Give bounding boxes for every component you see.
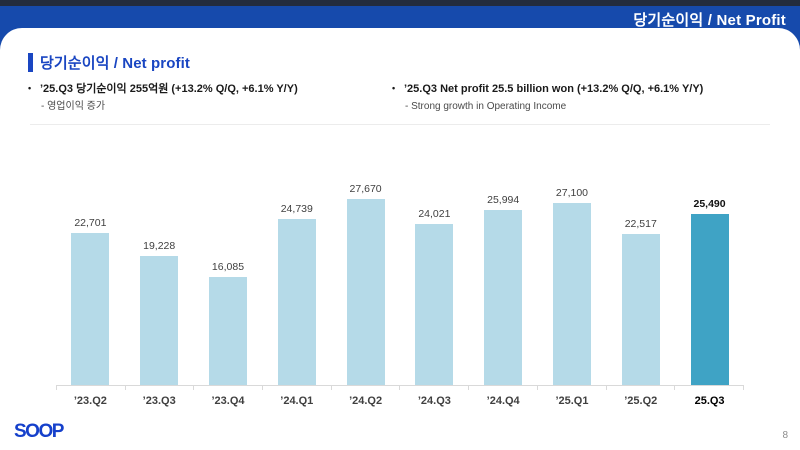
- bullet-block-english: •’25.Q3 Net profit 25.5 billion won (+13…: [392, 81, 703, 114]
- bar-group: 22,517: [606, 218, 675, 385]
- axis-tick: [56, 386, 57, 390]
- axis-tick: [674, 386, 675, 390]
- bar-group: 25,490: [675, 198, 744, 385]
- bar-highlighted: [691, 214, 729, 385]
- x-axis-label: ’25.Q1: [538, 395, 607, 407]
- bar-value-label: 27,100: [556, 187, 588, 199]
- bullet-main-english: •’25.Q3 Net profit 25.5 billion won (+13…: [392, 81, 703, 97]
- bar-group: 27,100: [538, 187, 607, 385]
- bar: [347, 199, 385, 385]
- bar-value-label: 27,670: [350, 183, 382, 195]
- bar: [415, 224, 453, 385]
- axis-tick: [743, 386, 744, 390]
- bar: [553, 203, 591, 385]
- axis-tick: [125, 386, 126, 390]
- axis-tick: [262, 386, 263, 390]
- axis-tick: [537, 386, 538, 390]
- title-accent-bar: [28, 53, 33, 72]
- bar-value-label: 19,228: [143, 240, 175, 252]
- header-bar: 당기순이익 / Net Profit: [0, 6, 800, 30]
- x-axis-label: ’23.Q2: [56, 395, 125, 407]
- slide-title: 당기순이익 / Net profit: [40, 52, 190, 73]
- bullet-sub-english: - Strong growth in Operating Income: [405, 100, 703, 114]
- bar-value-label: 25,994: [487, 194, 519, 206]
- axis-tick: [468, 386, 469, 390]
- bar-group: 27,670: [331, 183, 400, 385]
- axis-tick: [193, 386, 194, 390]
- bar-group: 24,021: [400, 208, 469, 385]
- bar: [71, 233, 109, 385]
- chart-plot-area: 22,701 19,228 16,085 24,739 27,670 24,021 25,9…: [56, 158, 744, 385]
- x-axis-label: ’23.Q4: [194, 395, 263, 407]
- bullet-main-english-text: ’25.Q3 Net profit 25.5 billion won (+13.…: [404, 83, 703, 95]
- x-axis-line: [56, 385, 744, 390]
- x-axis-label: ’23.Q3: [125, 395, 194, 407]
- bar-group: 16,085: [194, 261, 263, 385]
- x-axis-label: ’24.Q1: [262, 395, 331, 407]
- axis-tick: [331, 386, 332, 390]
- bar-group: 22,701: [56, 217, 125, 385]
- net-profit-bar-chart: 22,701 19,228 16,085 24,739 27,670 24,021 25,9…: [56, 158, 744, 407]
- bar-group: 19,228: [125, 240, 194, 385]
- bar: [484, 210, 522, 385]
- bar: [622, 234, 660, 385]
- x-axis-labels: ’23.Q2’23.Q3’23.Q4’24.Q1’24.Q2’24.Q3’24.…: [56, 395, 744, 407]
- x-axis-label: ’25.Q2: [606, 395, 675, 407]
- bar: [140, 256, 178, 385]
- bullet-sub-korean: - 영업이익 증가: [41, 100, 298, 114]
- page-number: 8: [782, 430, 788, 441]
- bar-value-label: 16,085: [212, 261, 244, 273]
- bullet-marker: •: [392, 81, 404, 96]
- x-axis-label: 25.Q3: [675, 395, 744, 407]
- axis-tick: [399, 386, 400, 390]
- soop-logo: SOOP: [14, 421, 63, 443]
- bullet-marker: •: [28, 81, 40, 96]
- bar-value-label: 22,701: [74, 217, 106, 229]
- bar-group: 24,739: [262, 203, 331, 385]
- bar-value-label: 22,517: [625, 218, 657, 230]
- section-divider: [30, 124, 770, 125]
- bar-value-label: 24,021: [418, 208, 450, 220]
- bar: [278, 219, 316, 385]
- bar-value-label: 25,490: [694, 198, 726, 210]
- bullet-main-korean-text: ’25.Q3 당기순이익 255억원 (+13.2% Q/Q, +6.1% Y/…: [40, 83, 298, 95]
- bar-value-label: 24,739: [281, 203, 313, 215]
- slide-card: 당기순이익 / Net profit •’25.Q3 당기순이익 255억원 (…: [0, 28, 800, 450]
- axis-tick: [606, 386, 607, 390]
- bar: [209, 277, 247, 385]
- x-axis-label: ’24.Q4: [469, 395, 538, 407]
- x-axis-label: ’24.Q2: [331, 395, 400, 407]
- bar-group: 25,994: [469, 194, 538, 385]
- bullet-main-korean: •’25.Q3 당기순이익 255억원 (+13.2% Q/Q, +6.1% Y…: [28, 81, 298, 97]
- bullet-block-korean: •’25.Q3 당기순이익 255억원 (+13.2% Q/Q, +6.1% Y…: [28, 81, 298, 114]
- x-axis-label: ’24.Q3: [400, 395, 469, 407]
